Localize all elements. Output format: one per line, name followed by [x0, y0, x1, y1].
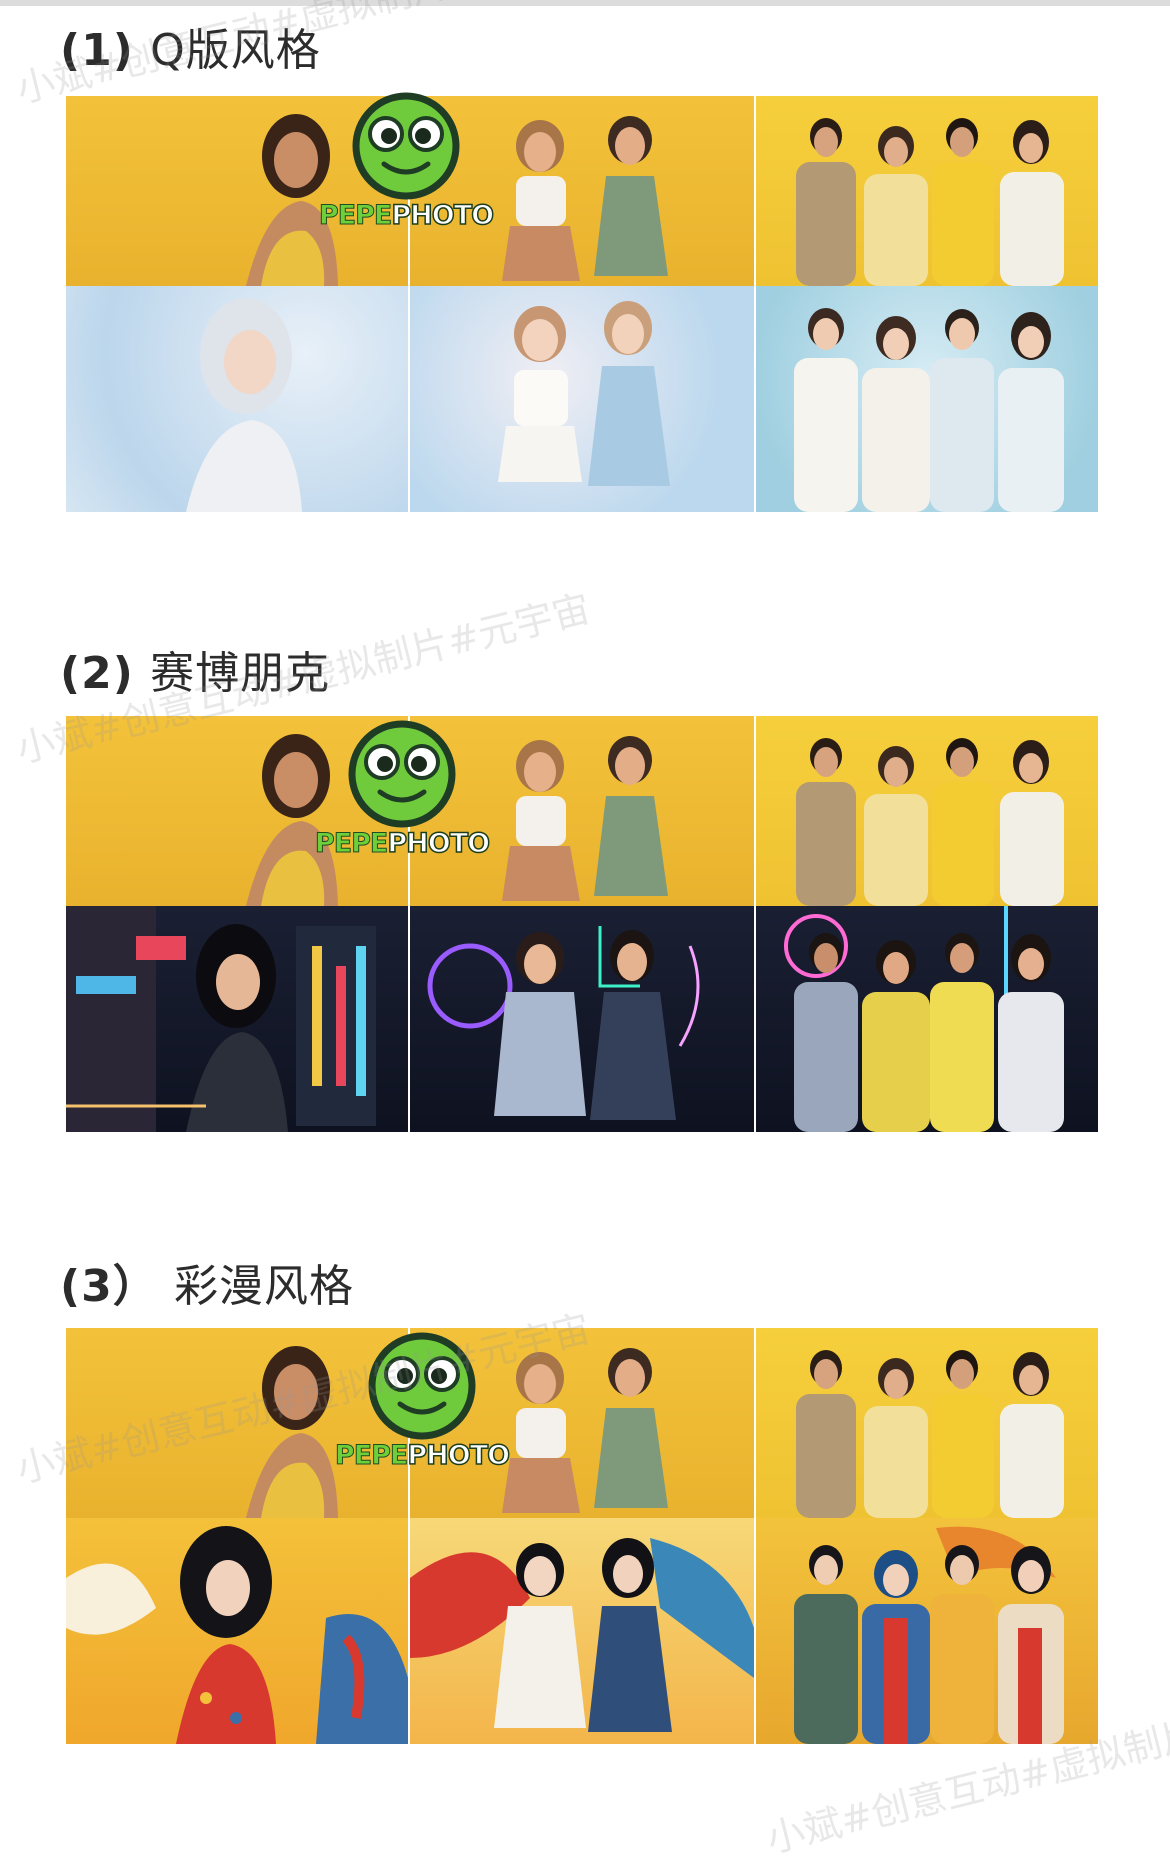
- logo-wordmark: PEPEPHOTO: [314, 827, 490, 860]
- styled-photo-group: [756, 286, 1098, 512]
- styled-photo-group: [756, 906, 1098, 1132]
- styled-photo-woman: [66, 286, 408, 512]
- logo-wordmark: PEPEPHOTO: [318, 199, 494, 232]
- pepe-frog-icon: [368, 1332, 476, 1440]
- image-grid-2: [66, 716, 1098, 1132]
- section-title: 彩漫风格: [174, 1261, 355, 1312]
- pepe-photo-logo: PEPEPHOTO: [314, 718, 491, 868]
- image-grid-3: [66, 1328, 1098, 1744]
- pepe-frog-icon: [348, 720, 456, 828]
- styled-photo-group: [756, 1518, 1098, 1744]
- styled-photo-two-women: [410, 906, 754, 1132]
- section-number: (1): [60, 25, 134, 76]
- original-photo-group: [756, 716, 1098, 906]
- section-title: 赛博朋克: [150, 648, 331, 699]
- section-heading-1: (1) Q版风格: [60, 14, 321, 78]
- pepe-frog-icon: [352, 92, 460, 200]
- pepe-photo-logo: PEPEPHOTO: [318, 90, 495, 240]
- original-photo-group: [756, 1328, 1098, 1518]
- styled-photo-two-women: [410, 286, 754, 512]
- styled-photo-two-women: [410, 1518, 754, 1744]
- section-heading-3: (3） 彩漫风格: [60, 1250, 354, 1314]
- top-divider: [0, 0, 1170, 6]
- styled-photo-woman: [66, 906, 408, 1132]
- section-number: (2): [60, 648, 134, 699]
- pepe-photo-logo: PEPEPHOTO: [334, 1330, 511, 1480]
- styled-photo-woman: [66, 1518, 408, 1744]
- original-photo-group: [756, 96, 1098, 286]
- section-title: Q版风格: [150, 25, 321, 76]
- section-number: (3）: [60, 1261, 158, 1312]
- image-grid-1: [66, 96, 1098, 512]
- section-heading-2: (2) 赛博朋克: [60, 637, 330, 701]
- logo-wordmark: PEPEPHOTO: [334, 1439, 510, 1472]
